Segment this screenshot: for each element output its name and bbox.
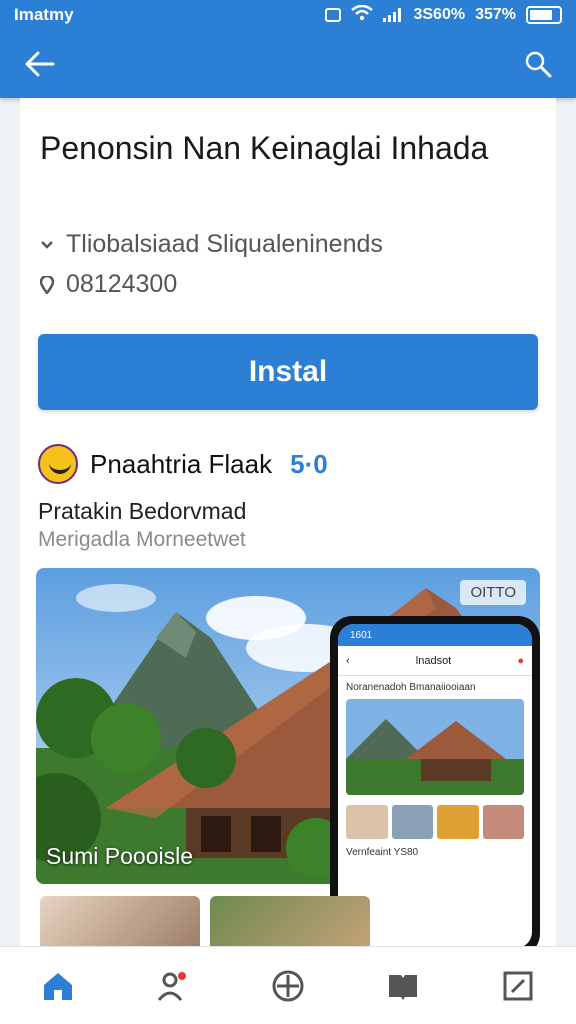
bottom-nav bbox=[0, 946, 576, 1024]
status-icons: 3S60% 357% bbox=[325, 4, 562, 26]
category-row: Tliobalsiaad Sliqualeninends bbox=[40, 230, 383, 259]
developer-rating: 5·0 bbox=[290, 448, 328, 479]
hero-badge[interactable]: OITTO bbox=[460, 580, 526, 605]
battery-icon bbox=[526, 6, 562, 24]
app-category: Tliobalsiaad Sliqualeninends bbox=[66, 230, 383, 258]
phone-thumbs bbox=[346, 805, 524, 839]
install-button[interactable]: Instal bbox=[38, 334, 538, 410]
wifi-icon bbox=[351, 4, 374, 26]
location-pin-icon bbox=[40, 275, 54, 294]
app-bar bbox=[0, 30, 576, 98]
battery-percent: 357% bbox=[475, 6, 516, 23]
hero-badge-text: OITTO bbox=[470, 584, 516, 601]
phone-back-icon: ‹ bbox=[346, 654, 350, 667]
status-bar: Imatmy 3S60% 357% bbox=[0, 0, 576, 30]
phone-record-icon: ● bbox=[517, 654, 524, 667]
chevron-down-icon bbox=[41, 240, 53, 249]
phone-header: lnadsot bbox=[415, 654, 452, 667]
app-title: Penonsin Nan Keinaglai Inhada bbox=[40, 130, 489, 166]
hero-caption: Sumi Poooisle bbox=[46, 843, 194, 869]
number-row: 08124300 bbox=[40, 270, 177, 299]
phone-image bbox=[346, 699, 524, 795]
phone-app-bar: ‹ lnadsot ● bbox=[338, 646, 532, 676]
book-icon[interactable] bbox=[373, 956, 433, 1016]
signal-text: 3S60% bbox=[413, 6, 466, 23]
status-app-name: Imatmy bbox=[14, 5, 74, 24]
phone-time: 1601 bbox=[350, 629, 373, 641]
add-circle-icon[interactable] bbox=[258, 956, 318, 1016]
developer-row[interactable]: Pnaahtria Flaak 5·0 bbox=[38, 444, 328, 484]
section-subtitle: Merigadla Morneetwet bbox=[38, 528, 246, 551]
arrow-left-icon[interactable] bbox=[24, 50, 56, 78]
signal-icon bbox=[383, 8, 403, 22]
section-title: Pratakin Bedorvmad bbox=[38, 498, 247, 524]
app-detail-card: Penonsin Nan Keinaglai Inhada Tliobalsia… bbox=[20, 98, 556, 958]
phone-status: 1601 bbox=[338, 624, 532, 646]
phone-footer-num: YS80 bbox=[393, 847, 419, 858]
profile-icon[interactable] bbox=[143, 956, 203, 1016]
search-icon[interactable] bbox=[524, 50, 552, 78]
phone-line: Noranenadoh Bmanaiiooiaan bbox=[346, 682, 476, 693]
notification-icon bbox=[325, 8, 342, 22]
phone-footer: Vernfeaint YS80 bbox=[338, 839, 532, 866]
developer-name: Pnaahtria Flaak bbox=[90, 448, 273, 479]
edit-icon[interactable] bbox=[488, 956, 548, 1016]
home-icon[interactable] bbox=[28, 956, 88, 1016]
phone-footer-label: Vernfeaint bbox=[346, 847, 392, 858]
developer-logo bbox=[38, 444, 78, 484]
app-number: 08124300 bbox=[66, 270, 178, 298]
